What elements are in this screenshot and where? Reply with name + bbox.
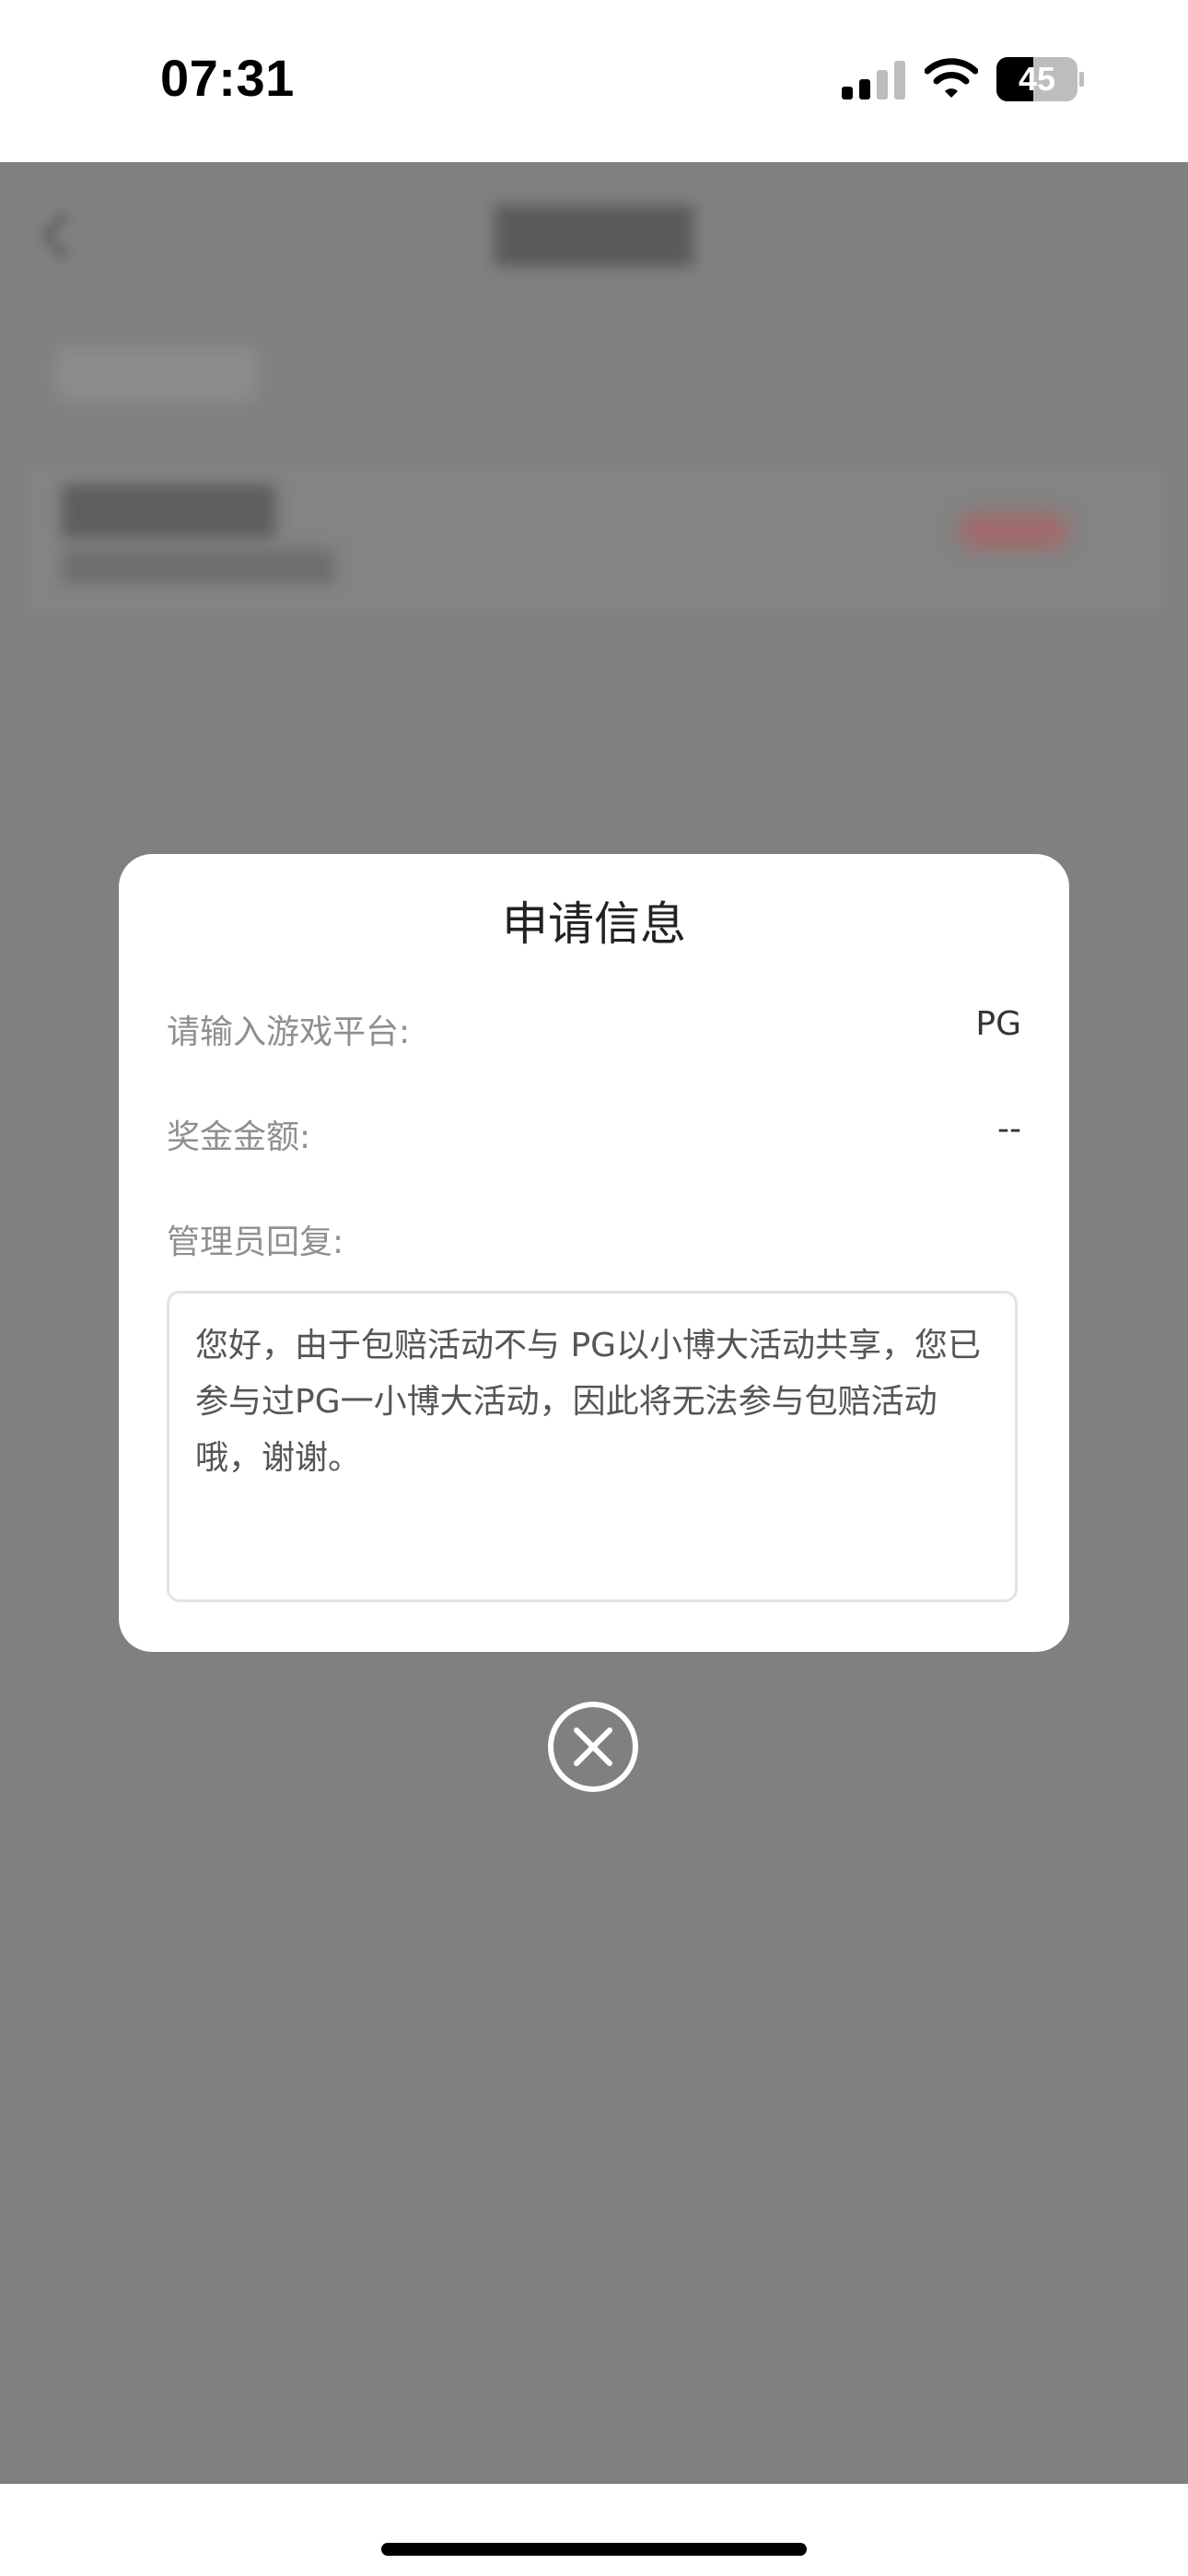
admin-reply-label: 管理员回复: — [167, 1224, 344, 1261]
home-indicator-area — [0, 2484, 1188, 2576]
battery-level: 45 — [1018, 60, 1056, 98]
bonus-amount-value: -- — [997, 1110, 1021, 1148]
bonus-amount-label: 奖金金额: — [167, 1118, 311, 1156]
application-info-modal: 申请信息 请输入游戏平台: PG 奖金金额: -- 管理员回复: 您好，由于包赔… — [119, 854, 1069, 1652]
home-indicator[interactable] — [381, 2543, 807, 2556]
status-time: 07:31 — [160, 49, 295, 107]
modal-title: 申请信息 — [502, 897, 686, 951]
background-card-status-blurred — [958, 512, 1068, 549]
signal-icon — [842, 61, 905, 100]
platform-value: PG — [975, 1005, 1021, 1043]
background-card-subtitle-blurred: ████████████ — [63, 549, 335, 584]
background-card-title-blurred: ██████ — [63, 485, 275, 538]
wifi-icon — [925, 58, 978, 98]
background-filter-blurred — [55, 346, 258, 402]
admin-reply-box: 您好，由于包赔活动不与 PG以小博大活动共享，您已参与过PG一小博大活动，因此将… — [167, 1291, 1018, 1602]
platform-label: 请输入游戏平台: — [167, 1013, 411, 1051]
background-title-blurred: █████ — [495, 206, 693, 266]
status-bar: 07:31 45 — [0, 0, 1188, 162]
close-circle-icon[interactable] — [547, 1701, 639, 1793]
